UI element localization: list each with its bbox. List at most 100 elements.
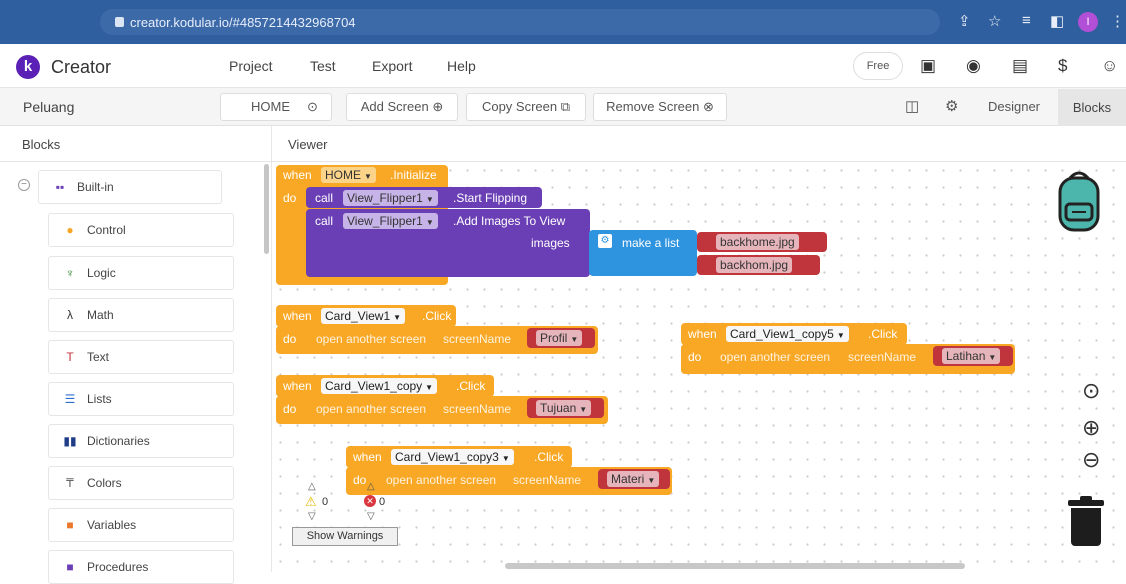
tree-item-math[interactable]: λ Math — [48, 298, 234, 332]
error-icon: ✕ — [364, 495, 376, 507]
collapse-icon[interactable]: − — [18, 179, 30, 191]
billing-icon[interactable]: $ — [1058, 56, 1067, 76]
blocks-panel-heading: Blocks — [22, 137, 61, 152]
trash-icon[interactable] — [1068, 496, 1104, 546]
tree-item-colors[interactable]: ₸ Colors — [48, 466, 234, 500]
call-label: call — [315, 214, 334, 228]
zoom-in-icon[interactable]: ⊕ — [1082, 415, 1100, 441]
plus-circle-icon: ⊕ — [432, 99, 444, 114]
text-value[interactable]: backhom.jpg — [716, 257, 793, 273]
recenter-icon[interactable]: ⊙ — [1082, 378, 1100, 404]
screen-select[interactable]: HOME ⊙ — [220, 93, 332, 121]
screen-select-value: HOME — [251, 99, 290, 114]
screen-dropdown[interactable]: Profil ▼ — [536, 330, 583, 346]
plan-badge[interactable]: Free — [853, 52, 903, 80]
component-dropdown[interactable]: View_Flipper1 ▼ — [343, 213, 438, 229]
component-dropdown[interactable]: Card_View1_copy3 ▼ — [391, 449, 514, 465]
error-next-icon[interactable]: ▽ — [367, 511, 375, 522]
screen-dropdown[interactable]: Latihan ▼ — [942, 348, 1001, 364]
tree-item-builtin[interactable]: ▪▪ Built-in — [38, 170, 222, 204]
star-icon[interactable]: ☆ — [988, 12, 1001, 30]
event-name: .Click — [422, 309, 452, 323]
zoom-out-icon[interactable]: ⊖ — [1082, 447, 1100, 473]
screen-name-label: screenName — [513, 473, 582, 487]
call-label: call — [315, 191, 334, 205]
share-icon[interactable]: ⇪ — [958, 12, 971, 30]
copy-screen-label: Copy Screen — [481, 99, 558, 114]
component-dropdown[interactable]: View_Flipper1 ▼ — [343, 190, 438, 206]
warning-count: 0 — [322, 496, 329, 508]
show-warnings-button[interactable]: Show Warnings — [292, 527, 398, 546]
open-screen-label: open another screen — [316, 332, 427, 346]
url-text[interactable]: creator.kodular.io/#4857214432968704 — [130, 15, 356, 30]
workspace-scrollbar[interactable] — [505, 563, 965, 569]
screen-name-label: screenName — [443, 332, 512, 346]
remove-circle-icon: ⊗ — [702, 99, 714, 114]
component-dropdown[interactable]: Card_View1_copy5 ▼ — [726, 326, 849, 342]
do-label: do — [688, 350, 702, 364]
account-icon[interactable]: ☺ — [1101, 56, 1118, 76]
settings-gear-icon[interactable]: ⚙ — [945, 97, 958, 115]
tree-item-label: Built-in — [77, 180, 114, 194]
component-dropdown[interactable]: HOME ▼ — [321, 167, 376, 183]
open-screen-label: open another screen — [720, 350, 831, 364]
control-icon: ● — [66, 223, 74, 237]
project-name: Peluang — [23, 99, 75, 115]
math-icon: λ — [67, 308, 73, 322]
menu-test[interactable]: Test — [310, 58, 336, 74]
chevron-down-icon: ⊙ — [307, 99, 318, 114]
copy-screen-button[interactable]: Copy Screen ⧉ — [466, 93, 586, 121]
profile-avatar[interactable]: I — [1078, 12, 1098, 32]
do-label: do — [283, 402, 297, 416]
tree-item-label: Text — [87, 350, 110, 364]
palette-icon[interactable]: ◉ — [966, 56, 981, 76]
mutator-gear-icon[interactable]: ⚙ — [598, 234, 612, 248]
folder-icon[interactable]: ▣ — [920, 56, 936, 76]
do-label: do — [353, 473, 367, 487]
component-dropdown[interactable]: Card_View1_copy ▼ — [321, 378, 438, 394]
event-name: .Click — [534, 450, 564, 464]
screen-dropdown[interactable]: Materi ▼ — [607, 471, 660, 487]
param-label: images — [531, 236, 570, 250]
designer-tab[interactable]: Designer — [976, 92, 1052, 122]
screenshot-icon[interactable]: ◫ — [905, 97, 919, 115]
tree-item-variables[interactable]: ■ Variables — [48, 508, 234, 542]
menu-project[interactable]: Project — [229, 58, 273, 74]
sidepanel-icon[interactable]: ◧ — [1050, 12, 1064, 30]
tree-item-text[interactable]: T Text — [48, 340, 234, 374]
backpack-icon[interactable] — [1054, 170, 1104, 232]
reading-list-icon[interactable]: ≡ — [1022, 12, 1031, 29]
more-menu-icon[interactable]: ⋮ — [1110, 12, 1125, 30]
error-prev-icon[interactable]: △ — [367, 481, 375, 492]
screen-dropdown[interactable]: Tujuan ▼ — [536, 400, 592, 416]
tree-item-logic[interactable]: ♆ Logic — [48, 256, 234, 290]
method-name: .Start Flipping — [453, 191, 528, 205]
tree-item-lists[interactable]: ☰ Lists — [48, 382, 234, 416]
remove-screen-button[interactable]: Remove Screen ⊗ — [593, 93, 727, 121]
tree-item-label: Math — [87, 308, 114, 322]
when-label: when — [353, 450, 382, 464]
tree-item-control[interactable]: ● Control — [48, 213, 234, 247]
component-dropdown[interactable]: Card_View1 ▼ — [321, 308, 406, 324]
builtin-icon: ▪▪ — [55, 180, 65, 194]
screen-name-label: screenName — [443, 402, 512, 416]
menu-help[interactable]: Help — [447, 58, 476, 74]
blocks-tab[interactable]: Blocks — [1058, 89, 1126, 126]
docs-icon[interactable]: ▤ — [1012, 56, 1028, 76]
list-label: make a list — [622, 236, 680, 250]
event-name: .Click — [456, 379, 486, 393]
lock-icon — [115, 17, 124, 27]
tree-item-label: Lists — [87, 392, 112, 406]
kodular-logo-icon: k — [16, 55, 40, 79]
panel-scrollbar[interactable] — [264, 164, 269, 254]
add-screen-label: Add Screen — [360, 99, 429, 114]
text-value[interactable]: backhome.jpg — [716, 234, 799, 250]
dictionaries-icon: ▮▮ — [63, 434, 77, 448]
tree-item-dictionaries[interactable]: ▮▮ Dictionaries — [48, 424, 234, 458]
warning-next-icon[interactable]: ▽ — [308, 511, 316, 522]
menu-export[interactable]: Export — [372, 58, 412, 74]
method-name: .Add Images To View — [453, 214, 566, 228]
tree-item-procedures[interactable]: ■ Procedures — [48, 550, 234, 584]
add-screen-button[interactable]: Add Screen ⊕ — [346, 93, 458, 121]
warning-prev-icon[interactable]: △ — [308, 481, 316, 492]
